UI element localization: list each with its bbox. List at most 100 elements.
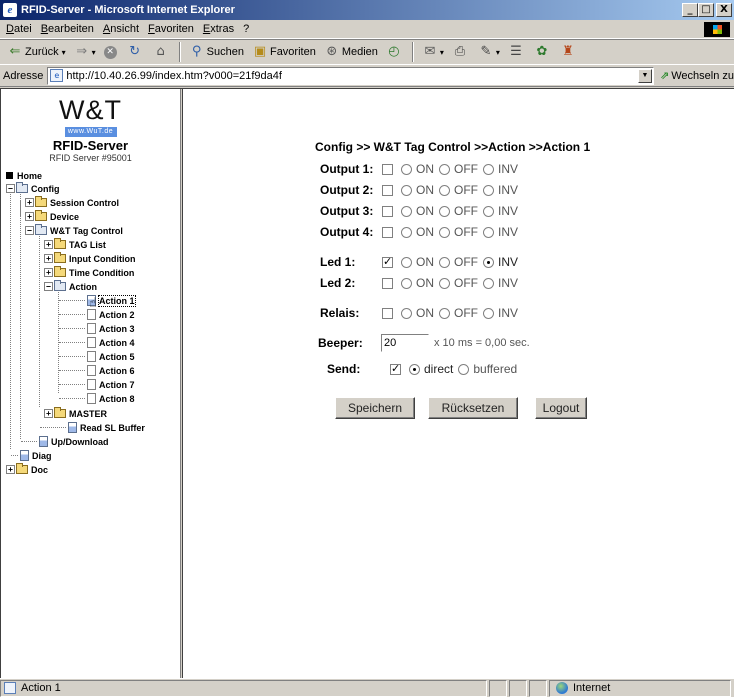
forward-button[interactable]: ⇒ ▾ bbox=[71, 44, 99, 60]
enable-checkbox[interactable] bbox=[382, 205, 393, 217]
row-label: Led 2: bbox=[320, 276, 356, 290]
radio-direct[interactable] bbox=[409, 363, 420, 375]
edit-button[interactable]: ✎ ▾ bbox=[475, 44, 503, 60]
home-button[interactable]: ⌂ bbox=[150, 44, 174, 60]
collapse-icon[interactable]: − bbox=[44, 282, 53, 291]
favorites-folder-icon: ▣ bbox=[253, 44, 267, 59]
radio-inv[interactable] bbox=[483, 307, 494, 319]
radio-on[interactable] bbox=[401, 307, 412, 319]
radio-on[interactable] bbox=[401, 226, 412, 238]
minimize-button[interactable]: _ bbox=[682, 3, 698, 17]
enable-checkbox[interactable] bbox=[382, 163, 393, 175]
reset-button[interactable]: Rücksetzen bbox=[428, 397, 518, 419]
expand-icon[interactable]: + bbox=[44, 254, 53, 263]
address-input[interactable]: e http://10.40.26.99/index.htm?v000=21f9… bbox=[47, 66, 654, 85]
expand-icon[interactable]: + bbox=[25, 198, 34, 207]
tree-item-action-3[interactable]: Action 3 bbox=[87, 322, 135, 335]
enable-checkbox[interactable] bbox=[382, 255, 393, 269]
radio-inv[interactable] bbox=[483, 226, 494, 238]
expand-icon[interactable]: + bbox=[6, 465, 15, 474]
radio-on[interactable] bbox=[401, 163, 412, 175]
beeper-input[interactable] bbox=[381, 334, 429, 352]
tree-item-device[interactable]: + Device bbox=[25, 210, 79, 223]
send-checkbox[interactable] bbox=[390, 362, 401, 376]
research-button[interactable]: ♜ bbox=[557, 44, 581, 60]
expand-icon[interactable]: + bbox=[44, 409, 53, 418]
radio-inv[interactable] bbox=[483, 184, 494, 196]
favorites-button[interactable]: ▣ Favoriten bbox=[249, 44, 319, 60]
tree-item-tag-list[interactable]: + TAG List bbox=[44, 238, 106, 251]
tree-item-input-condition[interactable]: + Input Condition bbox=[44, 252, 135, 265]
logout-button[interactable]: Logout bbox=[535, 397, 587, 419]
tree-item-action-4[interactable]: Action 4 bbox=[87, 336, 135, 349]
chevron-down-icon: ▾ bbox=[91, 47, 96, 57]
radio-off[interactable] bbox=[439, 163, 450, 175]
menu-bearbeiten[interactable]: Bearbeiten bbox=[38, 23, 100, 35]
radio-label: INV bbox=[498, 183, 519, 197]
history-button[interactable]: ◴ bbox=[383, 44, 407, 60]
tree-item-doc[interactable]: + Doc bbox=[6, 463, 48, 476]
tree-item-action-8[interactable]: Action 8 bbox=[87, 392, 135, 405]
radio-inv[interactable] bbox=[483, 256, 494, 268]
toolbar-separator bbox=[178, 42, 181, 62]
tree-item-action-5[interactable]: Action 5 bbox=[87, 350, 135, 363]
address-dropdown-button[interactable]: ▼ bbox=[638, 68, 652, 83]
expand-icon[interactable]: + bbox=[44, 240, 53, 249]
tree-item-home[interactable]: Home bbox=[6, 169, 42, 182]
radio-off[interactable] bbox=[439, 307, 450, 319]
radio-inv[interactable] bbox=[483, 163, 494, 175]
beeper-unit: x 10 ms = 0,00 sec. bbox=[434, 337, 530, 349]
radio-on[interactable] bbox=[401, 205, 412, 217]
radio-off[interactable] bbox=[439, 184, 450, 196]
radio-off[interactable] bbox=[439, 205, 450, 217]
tree-item-read-sl-buffer[interactable]: Read SL Buffer bbox=[68, 421, 145, 434]
radio-inv[interactable] bbox=[483, 277, 494, 289]
search-button[interactable]: ⚲ Suchen bbox=[186, 44, 247, 60]
menu-favoriten[interactable]: Favoriten bbox=[145, 23, 200, 35]
back-button[interactable]: ⇐ Zurück ▾ bbox=[4, 44, 69, 60]
expand-icon[interactable]: + bbox=[44, 268, 53, 277]
radio-on[interactable] bbox=[401, 256, 412, 268]
close-button[interactable]: X bbox=[716, 3, 732, 17]
back-label: Zurück bbox=[25, 46, 59, 58]
radio-buffered[interactable] bbox=[458, 363, 470, 375]
discuss-button[interactable]: ☰ bbox=[505, 44, 529, 60]
radio-off[interactable] bbox=[439, 277, 450, 289]
expand-icon[interactable]: + bbox=[25, 212, 34, 221]
stop-button[interactable]: ✕ bbox=[101, 45, 122, 59]
mail-button[interactable]: ✉ ▾ bbox=[419, 44, 447, 60]
menu-help[interactable]: ? bbox=[240, 23, 255, 35]
collapse-icon[interactable]: − bbox=[6, 184, 15, 193]
enable-checkbox[interactable] bbox=[382, 307, 393, 319]
save-button[interactable]: Speichern bbox=[335, 397, 415, 419]
radio-on[interactable] bbox=[401, 277, 412, 289]
print-button[interactable]: ⎙ bbox=[449, 44, 473, 60]
tree-item-wt-tag-control[interactable]: − W&T Tag Control bbox=[25, 224, 123, 237]
go-button[interactable]: ⇗ Wechseln zu bbox=[660, 69, 734, 82]
menu-datei[interactable]: Datei bbox=[3, 23, 38, 35]
tree-item-action[interactable]: − Action bbox=[44, 280, 97, 293]
radio-on[interactable] bbox=[401, 184, 412, 196]
menu-ansicht[interactable]: Ansicht bbox=[100, 23, 145, 35]
radio-inv[interactable] bbox=[483, 205, 494, 217]
tree-item-action-6[interactable]: Action 6 bbox=[87, 364, 135, 377]
tree-item-action-7[interactable]: Action 7 bbox=[87, 378, 135, 391]
enable-checkbox[interactable] bbox=[382, 226, 393, 238]
tree-item-master[interactable]: + MASTER bbox=[44, 407, 107, 420]
enable-checkbox[interactable] bbox=[382, 184, 393, 196]
tree-item-up-download[interactable]: Up/Download bbox=[39, 435, 109, 448]
tree-item-config[interactable]: − Config bbox=[6, 182, 60, 195]
radio-off[interactable] bbox=[439, 226, 450, 238]
menu-extras[interactable]: Extras bbox=[200, 23, 240, 35]
radio-off[interactable] bbox=[439, 256, 450, 268]
collapse-icon[interactable]: − bbox=[25, 226, 34, 235]
maximize-button[interactable]: □ bbox=[698, 3, 714, 17]
tree-item-time-condition[interactable]: + Time Condition bbox=[44, 266, 134, 279]
tree-item-diag[interactable]: Diag bbox=[20, 449, 52, 462]
messenger-button[interactable]: ✿ bbox=[531, 44, 555, 60]
tree-item-session-control[interactable]: + Session Control bbox=[25, 196, 119, 209]
media-button[interactable]: ⊛ Medien bbox=[321, 44, 381, 60]
refresh-button[interactable]: ↻ bbox=[124, 44, 148, 60]
folder-open-icon bbox=[54, 280, 66, 291]
enable-checkbox[interactable] bbox=[382, 277, 393, 289]
